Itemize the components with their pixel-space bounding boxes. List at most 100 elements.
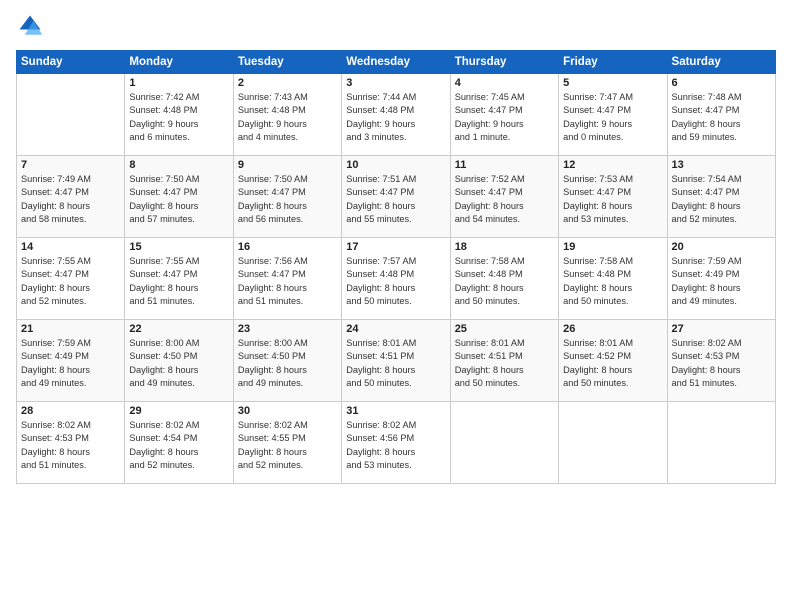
day-number: 5: [563, 77, 662, 89]
header: [16, 12, 776, 40]
day-cell: 12 Sunrise: 7:53 AM Sunset: 4:47 PM Dayli…: [559, 156, 667, 238]
day-number: 13: [672, 159, 771, 171]
day-cell: 26 Sunrise: 8:01 AM Sunset: 4:52 PM Dayli…: [559, 320, 667, 402]
header-day-saturday: Saturday: [667, 51, 775, 74]
day-info: Sunrise: 8:02 AM Sunset: 4:54 PM Dayligh…: [129, 419, 228, 472]
day-cell: [17, 74, 125, 156]
day-info: Sunrise: 8:01 AM Sunset: 4:51 PM Dayligh…: [455, 337, 554, 390]
day-info: Sunrise: 8:02 AM Sunset: 4:53 PM Dayligh…: [21, 419, 120, 472]
day-cell: 20Sunrise: 7:59 AM Sunset: 4:49 PM Dayli…: [667, 238, 775, 320]
day-number: 4: [455, 77, 554, 89]
day-cell: 10 Sunrise: 7:51 AM Sunset: 4:47 PM Dayli…: [342, 156, 450, 238]
day-cell: 8 Sunrise: 7:50 AM Sunset: 4:47 PM Daylig…: [125, 156, 233, 238]
day-info: Sunrise: 7:47 AM Sunset: 4:47 PM Dayligh…: [563, 91, 662, 144]
day-number: 25: [455, 323, 554, 335]
day-number: 7: [21, 159, 120, 171]
day-number: 16: [238, 241, 337, 253]
day-info: Sunrise: 7:56 AM Sunset: 4:47 PM Dayligh…: [238, 255, 337, 308]
day-cell: 27 Sunrise: 8:02 AM Sunset: 4:53 PM Dayli…: [667, 320, 775, 402]
page: SundayMondayTuesdayWednesdayThursdayFrid…: [0, 0, 792, 612]
header-day-friday: Friday: [559, 51, 667, 74]
day-cell: 23 Sunrise: 8:00 AM Sunset: 4:50 PM Dayli…: [233, 320, 341, 402]
header-day-tuesday: Tuesday: [233, 51, 341, 74]
day-number: 10: [346, 159, 445, 171]
day-number: 11: [455, 159, 554, 171]
week-row-3: 14 Sunrise: 7:55 AM Sunset: 4:47 PM Dayli…: [17, 238, 776, 320]
day-info: Sunrise: 7:59 AM Sunset: 4:49 PM Dayligh…: [21, 337, 120, 390]
day-cell: 28 Sunrise: 8:02 AM Sunset: 4:53 PM Dayli…: [17, 402, 125, 484]
day-cell: 15 Sunrise: 7:55 AM Sunset: 4:47 PM Dayli…: [125, 238, 233, 320]
day-cell: 31Sunrise: 8:02 AM Sunset: 4:56 PM Dayli…: [342, 402, 450, 484]
day-number: 2: [238, 77, 337, 89]
day-number: 17: [346, 241, 445, 253]
logo-icon: [16, 12, 44, 40]
week-row-5: 28 Sunrise: 8:02 AM Sunset: 4:53 PM Dayli…: [17, 402, 776, 484]
day-cell: 7 Sunrise: 7:49 AM Sunset: 4:47 PM Daylig…: [17, 156, 125, 238]
day-info: Sunrise: 7:58 AM Sunset: 4:48 PM Dayligh…: [455, 255, 554, 308]
day-cell: 22 Sunrise: 8:00 AM Sunset: 4:50 PM Dayli…: [125, 320, 233, 402]
day-cell: 5 Sunrise: 7:47 AM Sunset: 4:47 PM Daylig…: [559, 74, 667, 156]
day-cell: 13 Sunrise: 7:54 AM Sunset: 4:47 PM Dayli…: [667, 156, 775, 238]
day-number: 14: [21, 241, 120, 253]
day-info: Sunrise: 7:54 AM Sunset: 4:47 PM Dayligh…: [672, 173, 771, 226]
day-cell: 14 Sunrise: 7:55 AM Sunset: 4:47 PM Dayli…: [17, 238, 125, 320]
day-number: 9: [238, 159, 337, 171]
day-info: Sunrise: 8:01 AM Sunset: 4:52 PM Dayligh…: [563, 337, 662, 390]
header-row: SundayMondayTuesdayWednesdayThursdayFrid…: [17, 51, 776, 74]
day-cell: 19Sunrise: 7:58 AM Sunset: 4:48 PM Dayli…: [559, 238, 667, 320]
header-day-sunday: Sunday: [17, 51, 125, 74]
day-cell: [667, 402, 775, 484]
day-info: Sunrise: 7:52 AM Sunset: 4:47 PM Dayligh…: [455, 173, 554, 226]
day-number: 30: [238, 405, 337, 417]
day-info: Sunrise: 7:59 AM Sunset: 4:49 PM Dayligh…: [672, 255, 771, 308]
day-info: Sunrise: 7:55 AM Sunset: 4:47 PM Dayligh…: [129, 255, 228, 308]
day-cell: 11 Sunrise: 7:52 AM Sunset: 4:47 PM Dayli…: [450, 156, 558, 238]
day-cell: 21Sunrise: 7:59 AM Sunset: 4:49 PM Dayli…: [17, 320, 125, 402]
day-cell: 17 Sunrise: 7:57 AM Sunset: 4:48 PM Dayli…: [342, 238, 450, 320]
day-number: 27: [672, 323, 771, 335]
week-row-4: 21Sunrise: 7:59 AM Sunset: 4:49 PM Dayli…: [17, 320, 776, 402]
day-info: Sunrise: 7:49 AM Sunset: 4:47 PM Dayligh…: [21, 173, 120, 226]
calendar-table: SundayMondayTuesdayWednesdayThursdayFrid…: [16, 50, 776, 484]
week-row-2: 7 Sunrise: 7:49 AM Sunset: 4:47 PM Daylig…: [17, 156, 776, 238]
day-info: Sunrise: 7:50 AM Sunset: 4:47 PM Dayligh…: [238, 173, 337, 226]
day-info: Sunrise: 8:02 AM Sunset: 4:56 PM Dayligh…: [346, 419, 445, 472]
day-number: 12: [563, 159, 662, 171]
day-number: 19: [563, 241, 662, 253]
day-cell: 30 Sunrise: 8:02 AM Sunset: 4:55 PM Dayli…: [233, 402, 341, 484]
day-info: Sunrise: 7:50 AM Sunset: 4:47 PM Dayligh…: [129, 173, 228, 226]
logo: [16, 12, 48, 40]
day-number: 28: [21, 405, 120, 417]
day-cell: 9 Sunrise: 7:50 AM Sunset: 4:47 PM Daylig…: [233, 156, 341, 238]
day-info: Sunrise: 7:55 AM Sunset: 4:47 PM Dayligh…: [21, 255, 120, 308]
day-cell: 16 Sunrise: 7:56 AM Sunset: 4:47 PM Dayli…: [233, 238, 341, 320]
day-number: 6: [672, 77, 771, 89]
day-cell: 25 Sunrise: 8:01 AM Sunset: 4:51 PM Dayli…: [450, 320, 558, 402]
day-info: Sunrise: 7:51 AM Sunset: 4:47 PM Dayligh…: [346, 173, 445, 226]
day-number: 8: [129, 159, 228, 171]
day-cell: 6Sunrise: 7:48 AM Sunset: 4:47 PM Daylig…: [667, 74, 775, 156]
day-cell: 29 Sunrise: 8:02 AM Sunset: 4:54 PM Dayli…: [125, 402, 233, 484]
day-info: Sunrise: 8:00 AM Sunset: 4:50 PM Dayligh…: [238, 337, 337, 390]
header-day-thursday: Thursday: [450, 51, 558, 74]
day-cell: [559, 402, 667, 484]
day-info: Sunrise: 8:02 AM Sunset: 4:53 PM Dayligh…: [672, 337, 771, 390]
day-number: 29: [129, 405, 228, 417]
day-info: Sunrise: 7:57 AM Sunset: 4:48 PM Dayligh…: [346, 255, 445, 308]
day-info: Sunrise: 7:53 AM Sunset: 4:47 PM Dayligh…: [563, 173, 662, 226]
day-info: Sunrise: 7:43 AM Sunset: 4:48 PM Dayligh…: [238, 91, 337, 144]
day-number: 22: [129, 323, 228, 335]
day-info: Sunrise: 7:44 AM Sunset: 4:48 PM Dayligh…: [346, 91, 445, 144]
header-day-wednesday: Wednesday: [342, 51, 450, 74]
day-number: 26: [563, 323, 662, 335]
day-number: 18: [455, 241, 554, 253]
day-number: 15: [129, 241, 228, 253]
day-number: 23: [238, 323, 337, 335]
day-info: Sunrise: 8:01 AM Sunset: 4:51 PM Dayligh…: [346, 337, 445, 390]
day-info: Sunrise: 8:02 AM Sunset: 4:55 PM Dayligh…: [238, 419, 337, 472]
day-cell: [450, 402, 558, 484]
day-info: Sunrise: 8:00 AM Sunset: 4:50 PM Dayligh…: [129, 337, 228, 390]
day-cell: 1Sunrise: 7:42 AM Sunset: 4:48 PM Daylig…: [125, 74, 233, 156]
day-cell: 3Sunrise: 7:44 AM Sunset: 4:48 PM Daylig…: [342, 74, 450, 156]
day-info: Sunrise: 7:42 AM Sunset: 4:48 PM Dayligh…: [129, 91, 228, 144]
